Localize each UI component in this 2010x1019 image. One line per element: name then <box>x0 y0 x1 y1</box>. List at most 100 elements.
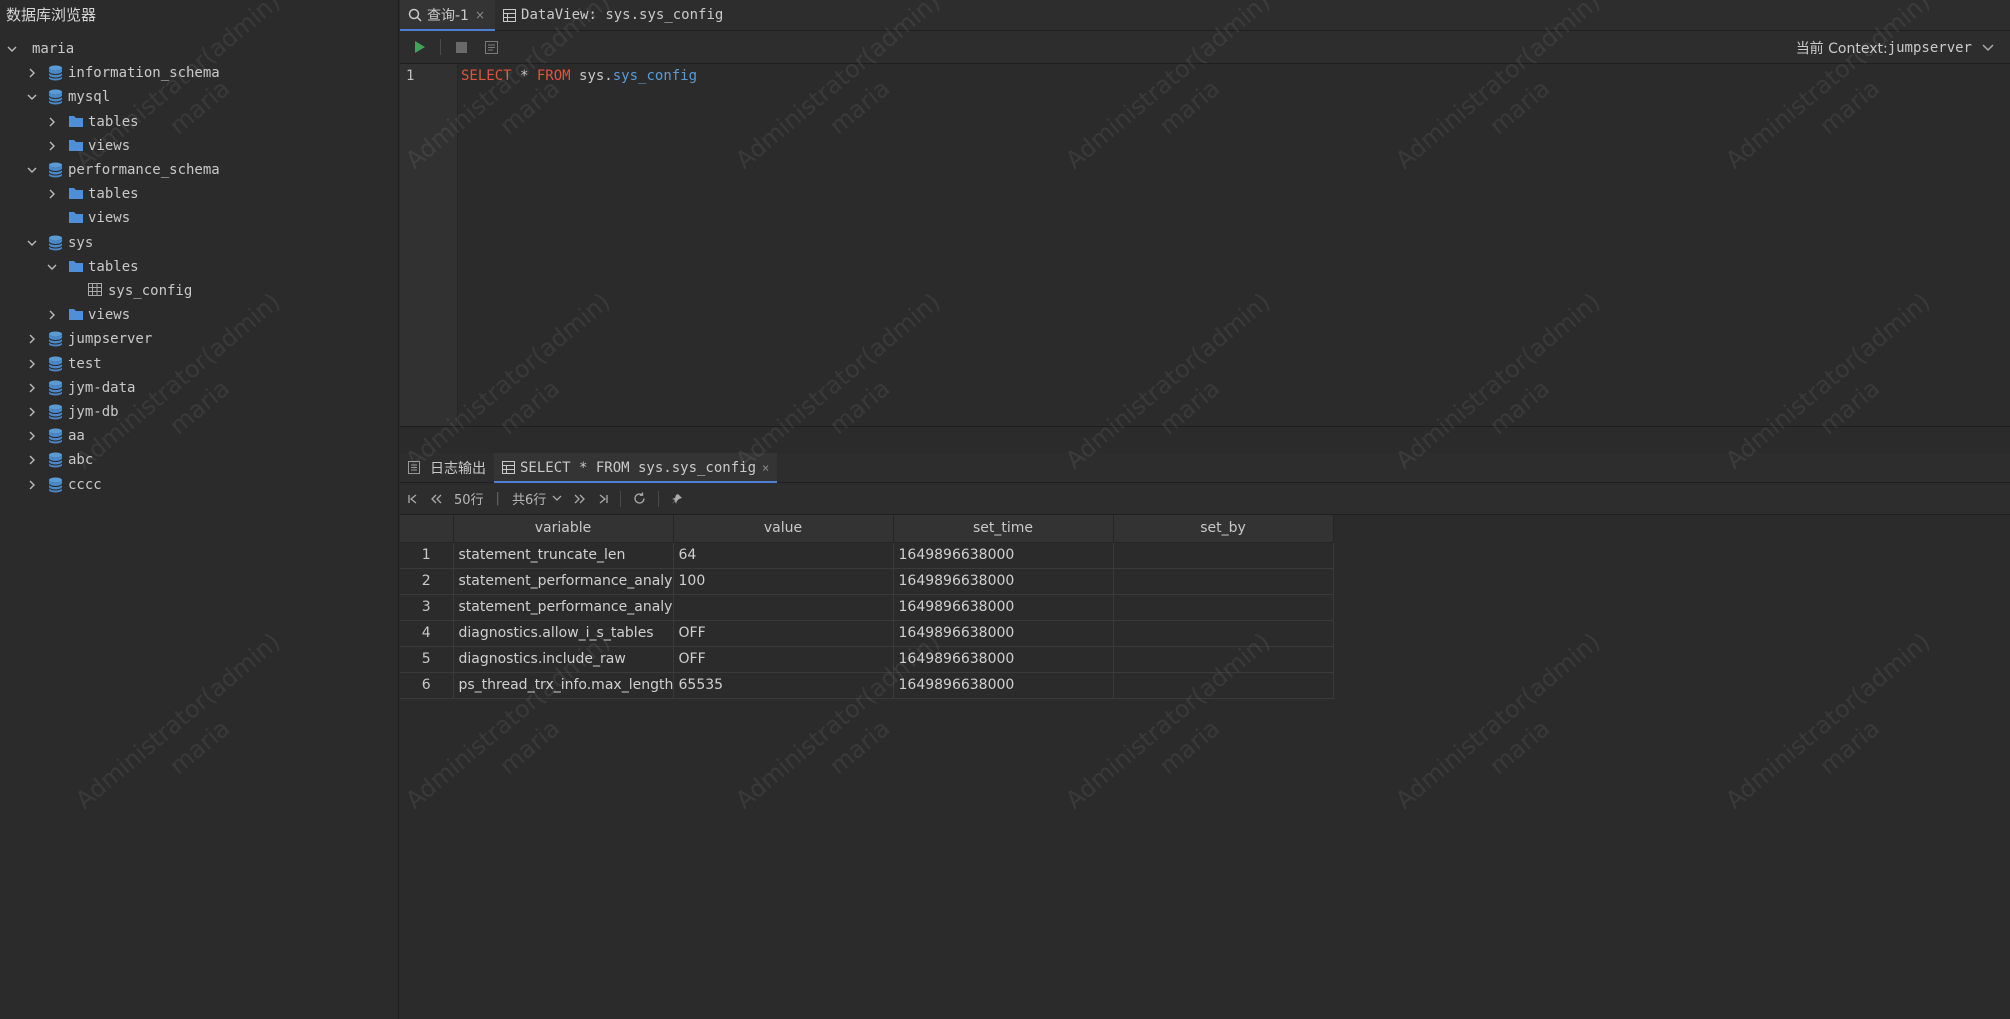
table-row[interactable]: 4 diagnostics.allow_i_s_tables OFF 16498966… <box>400 620 1334 647</box>
tree-item-views[interactable]: views <box>46 303 130 327</box>
table-row[interactable]: 5 diagnostics.include_raw OFF 1649896638000 <box>400 646 1334 673</box>
chevron-right-icon[interactable] <box>26 382 38 394</box>
sql-code-line[interactable]: SELECT * FROM sys.sys_config <box>461 68 697 84</box>
cell-variable[interactable]: statement_performance_analyzer.limit <box>453 568 674 595</box>
cell-variable[interactable]: ps_thread_trx_info.max_length <box>453 672 674 699</box>
tree-item-label: sys <box>68 234 94 251</box>
tree-item-tables[interactable]: tables <box>46 110 139 134</box>
close-icon[interactable]: × <box>475 8 485 22</box>
cell-value[interactable]: OFF <box>673 620 894 647</box>
cell-value[interactable]: 100 <box>673 568 894 595</box>
tab-query-1[interactable]: 查询-1 × <box>400 0 496 31</box>
table-row[interactable]: 1 statement_truncate_len 64 1649896638000 <box>400 542 1334 569</box>
tree-item-views[interactable]: views <box>46 206 130 230</box>
first-page-icon[interactable] <box>408 493 418 504</box>
tree-item-test[interactable]: test <box>26 352 102 376</box>
pin-icon[interactable] <box>671 493 683 505</box>
next-page-icon[interactable] <box>574 494 586 504</box>
tree-item-jumpserver[interactable]: jumpserver <box>26 327 152 351</box>
tree-item-jym-data[interactable]: jym-data <box>26 376 135 400</box>
cell-value[interactable]: OFF <box>673 646 894 673</box>
column-header-set-by[interactable]: set_by <box>1113 515 1334 543</box>
tree-item-maria[interactable]: maria <box>6 37 74 61</box>
chevron-right-icon[interactable] <box>46 140 58 152</box>
tree-item-views[interactable]: views <box>46 134 130 158</box>
cell-set-by[interactable] <box>1113 542 1334 569</box>
chevron-right-icon[interactable] <box>26 479 38 491</box>
tree-item-sys-config[interactable]: sys_config <box>66 279 192 303</box>
page-size-select[interactable]: 50行 <box>454 489 484 508</box>
tab-result-query[interactable]: SELECT * FROM sys.sys_config × <box>494 453 778 483</box>
cell-set-by[interactable] <box>1113 568 1334 595</box>
tab-label: DataView: sys.sys_config <box>521 7 724 23</box>
tree-item-abc[interactable]: abc <box>26 448 93 472</box>
cell-set-by[interactable] <box>1113 594 1334 621</box>
cell-set-by[interactable] <box>1113 620 1334 647</box>
tab-dataview[interactable]: DataView: sys.sys_config <box>495 0 733 30</box>
context-selector[interactable]: 当前 Context: jumpserver <box>1796 31 1994 64</box>
tree-item-sys[interactable]: sys <box>26 231 93 255</box>
chevron-right-icon[interactable] <box>26 358 38 370</box>
table-row[interactable]: 2statement_performance_analyzer.limit100… <box>400 568 1334 595</box>
tab-log-output[interactable]: 日志输出 <box>400 453 494 482</box>
run-button[interactable] <box>410 37 430 57</box>
column-header-set-time[interactable]: set_time <box>893 515 1114 543</box>
chevron-down-icon[interactable] <box>552 495 562 502</box>
folder-icon <box>68 138 84 154</box>
chevron-down-icon[interactable] <box>26 91 38 103</box>
chevron-right-icon[interactable] <box>26 430 38 442</box>
tree-item-information-schema[interactable]: information_schema <box>26 61 220 85</box>
cell-set-time[interactable]: 1649896638000 <box>893 594 1114 621</box>
stop-button[interactable] <box>451 37 471 57</box>
chevron-right-icon[interactable] <box>26 454 38 466</box>
row-number: 4 <box>400 620 454 647</box>
cell-set-time[interactable]: 1649896638000 <box>893 542 1114 569</box>
table-row[interactable]: 3statement_performance_analyzer.view 1649… <box>400 594 1334 621</box>
tree-item-cccc[interactable]: cccc <box>26 473 102 497</box>
cell-value[interactable]: 65535 <box>673 672 894 699</box>
tree-item-mysql[interactable]: mysql <box>26 85 110 109</box>
tree-item-tables[interactable]: tables <box>46 255 139 279</box>
cell-variable[interactable]: statement_truncate_len <box>453 542 674 569</box>
sql-editor[interactable]: 1 SELECT * FROM sys.sys_config <box>400 64 2010 426</box>
cell-variable[interactable]: statement_performance_analyzer.view <box>453 594 674 621</box>
chevron-down-icon[interactable] <box>46 261 58 273</box>
cell-set-time[interactable]: 1649896638000 <box>893 672 1114 699</box>
chevron-right-icon[interactable] <box>26 67 38 79</box>
chevron-down-icon[interactable] <box>26 164 38 176</box>
tree-item-tables[interactable]: tables <box>46 182 139 206</box>
tree-item-aa[interactable]: aa <box>26 424 85 448</box>
cell-set-by[interactable] <box>1113 672 1334 699</box>
chevron-right-icon[interactable] <box>46 309 58 321</box>
editor-tab-bar: 查询-1 × DataView: sys.sys_config <box>400 0 2010 31</box>
last-page-icon[interactable] <box>598 493 608 504</box>
tree-item-performance-schema[interactable]: performance_schema <box>26 158 220 182</box>
cell-set-time[interactable]: 1649896638000 <box>893 620 1114 647</box>
cell-set-time[interactable]: 1649896638000 <box>893 568 1114 595</box>
cell-set-time[interactable]: 1649896638000 <box>893 646 1114 673</box>
column-header-value[interactable]: value <box>673 515 894 543</box>
cell-variable[interactable]: diagnostics.include_raw <box>453 646 674 673</box>
close-icon[interactable]: × <box>762 461 769 475</box>
panel-splitter[interactable] <box>400 426 2010 453</box>
database-icon <box>48 428 64 444</box>
chevron-down-icon[interactable] <box>6 43 18 55</box>
cell-value[interactable] <box>673 594 894 621</box>
chevron-right-icon[interactable] <box>26 333 38 345</box>
chevron-right-icon[interactable] <box>46 116 58 128</box>
format-button[interactable] <box>481 37 501 57</box>
chevron-right-icon[interactable] <box>26 406 38 418</box>
cell-value[interactable]: 64 <box>673 542 894 569</box>
format-icon <box>484 40 498 54</box>
prev-page-icon[interactable] <box>430 494 442 504</box>
table-row[interactable]: 6 ps_thread_trx_info.max_length 65535 16498… <box>400 672 1334 699</box>
cell-variable[interactable]: diagnostics.allow_i_s_tables <box>453 620 674 647</box>
chevron-right-icon[interactable] <box>46 188 58 200</box>
refresh-icon[interactable] <box>633 492 646 505</box>
column-header-variable[interactable]: variable <box>453 515 674 543</box>
tree-item-label: performance_schema <box>68 162 220 178</box>
tree-item-jym-db[interactable]: jym-db <box>26 400 119 424</box>
chevron-down-icon[interactable] <box>26 237 38 249</box>
cell-set-by[interactable] <box>1113 646 1334 673</box>
